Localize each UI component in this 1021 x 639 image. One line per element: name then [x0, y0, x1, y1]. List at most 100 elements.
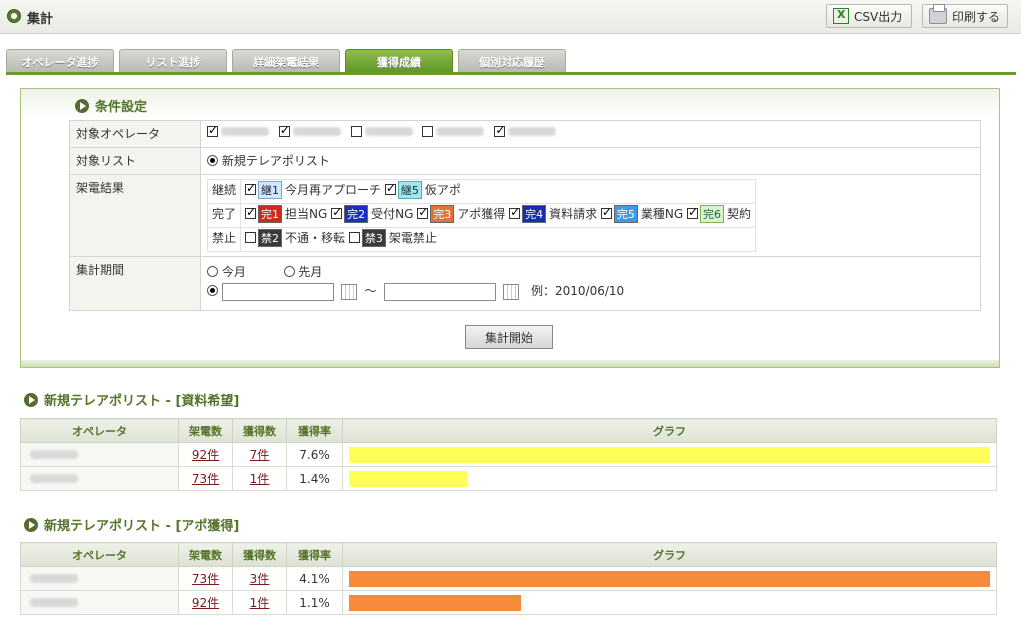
operator-checkbox-2[interactable]	[278, 123, 290, 137]
rate-bar	[349, 470, 468, 487]
print-button[interactable]: 印刷する	[922, 4, 1008, 28]
col-header: 架電数	[178, 418, 233, 443]
calendar-icon[interactable]	[503, 283, 520, 300]
period-row-label: 集計期間	[69, 256, 201, 311]
result-checkbox-c3[interactable]	[417, 205, 428, 219]
table-row: 92件 1件 1.1%	[20, 590, 997, 615]
operator-name-blurred	[30, 449, 78, 459]
gained-link[interactable]: 1件	[250, 596, 270, 610]
operator-name-blurred	[221, 127, 269, 136]
col-header: 獲得率	[286, 418, 343, 443]
result-checkbox-c2[interactable]	[331, 205, 342, 219]
operator-checkboxes	[200, 120, 981, 148]
tab-list-progress[interactable]: リスト進捗	[119, 49, 227, 73]
calls-link[interactable]: 73件	[192, 472, 219, 486]
result-checkbox-k5[interactable]	[384, 181, 396, 195]
result-checkbox-c4[interactable]	[509, 205, 520, 219]
result-checkbox-c1[interactable]	[245, 205, 256, 219]
result-badge: 完5	[613, 205, 638, 223]
result-title-2: 新規テレアポリスト - [アポ獲得]	[24, 515, 239, 534]
result-badge: 継5	[397, 181, 422, 199]
col-header: グラフ	[342, 418, 997, 443]
gained-link[interactable]: 3件	[250, 572, 270, 586]
tab-history[interactable]: 個別対応履歴	[458, 49, 566, 73]
result-badge: 完3	[430, 205, 455, 223]
col-header: オペレータ	[20, 418, 179, 443]
col-header: 獲得率	[286, 542, 343, 567]
end-date-input[interactable]	[384, 282, 497, 301]
rate-value: 7.6%	[286, 442, 343, 467]
list-radio[interactable]	[207, 155, 218, 166]
result-row-label: 架電結果	[69, 174, 201, 257]
arrow-circle-icon	[24, 392, 38, 407]
print-label: 印刷する	[952, 9, 1001, 24]
start-date-input[interactable]	[221, 282, 334, 301]
condition-title: 条件設定	[75, 96, 147, 115]
period-last-month-radio[interactable]	[283, 266, 295, 277]
tab-operator-progress[interactable]: オペレータ進捗	[6, 49, 114, 73]
operator-name-blurred	[30, 597, 78, 607]
period-this-month-radio[interactable]	[207, 266, 218, 277]
result-badge: 継1	[258, 181, 283, 199]
csv-export-button[interactable]: CSV出力	[826, 4, 912, 28]
result-badge: 完4	[522, 205, 547, 223]
tab-bar: オペレータ進捗 リスト進捗 詳細架電結果 獲得成績 個別対応履歴	[6, 49, 566, 73]
operator-row-label: 対象オペレータ	[69, 120, 201, 148]
list-option-label: 新規テレアポリスト	[221, 154, 330, 168]
aggregate-start-button[interactable]: 集計開始	[465, 325, 553, 349]
page-header: 集計 CSV出力 印刷する	[0, 0, 1021, 34]
result-checkbox-c5[interactable]	[600, 205, 612, 219]
result-checkbox-n3[interactable]	[348, 232, 360, 243]
table-row: 73件 1件 1.4%	[20, 466, 997, 491]
calendar-icon[interactable]	[340, 283, 357, 300]
operator-checkbox-3[interactable]	[350, 126, 362, 137]
calls-link[interactable]: 92件	[192, 448, 219, 462]
target-icon	[7, 9, 21, 23]
col-header: グラフ	[342, 542, 997, 567]
result-checkbox-n2[interactable]	[245, 232, 257, 243]
col-header: 架電数	[178, 542, 233, 567]
result-badge: 完1	[258, 205, 283, 223]
col-header: 獲得数	[232, 418, 287, 443]
operator-name-blurred	[436, 127, 485, 136]
panel-footer-strip	[20, 360, 1000, 368]
operator-name-blurred	[30, 473, 78, 483]
operator-name-blurred	[364, 127, 413, 136]
result-group-label: 禁止	[206, 227, 242, 252]
operator-checkbox-1[interactable]	[207, 123, 218, 137]
operator-name-blurred	[30, 573, 78, 583]
calls-link[interactable]: 73件	[192, 572, 219, 586]
period-range-radio[interactable]	[207, 285, 218, 296]
table-row: 92件 7件 7.6%	[20, 442, 997, 467]
result-badge: 禁2	[258, 229, 283, 247]
excel-icon	[833, 8, 849, 24]
tab-acquisition[interactable]: 獲得成績	[345, 49, 453, 73]
col-header: オペレータ	[20, 542, 179, 567]
date-example: 例：2010/06/10	[530, 284, 625, 298]
operator-checkbox-4[interactable]	[422, 126, 434, 137]
operator-name-blurred	[508, 127, 557, 136]
tab-underline	[6, 72, 1016, 75]
rate-bar	[349, 446, 990, 463]
tab-call-detail[interactable]: 詳細架電結果	[232, 49, 340, 73]
gained-link[interactable]: 7件	[250, 448, 270, 462]
result-badge: 完6	[700, 205, 725, 223]
result-badge: 完2	[344, 205, 369, 223]
result-checkbox-c6[interactable]	[687, 205, 698, 219]
result-badge: 禁3	[361, 229, 386, 247]
result-group-label: 完了	[206, 203, 242, 228]
printer-icon	[929, 4, 947, 24]
rate-bar	[349, 570, 990, 587]
rate-value: 4.1%	[286, 566, 343, 591]
rate-bar	[349, 594, 521, 611]
list-row-label: 対象リスト	[69, 147, 201, 175]
gained-link[interactable]: 1件	[250, 472, 270, 486]
arrow-circle-icon	[75, 98, 89, 113]
rate-value: 1.1%	[286, 590, 343, 615]
rate-value: 1.4%	[286, 466, 343, 491]
col-header: 獲得数	[232, 542, 287, 567]
result-checkbox-k1[interactable]	[245, 181, 256, 195]
calls-link[interactable]: 92件	[192, 596, 219, 610]
operator-checkbox-5[interactable]	[494, 123, 505, 137]
result-title-1: 新規テレアポリスト - [資料希望]	[24, 390, 239, 409]
